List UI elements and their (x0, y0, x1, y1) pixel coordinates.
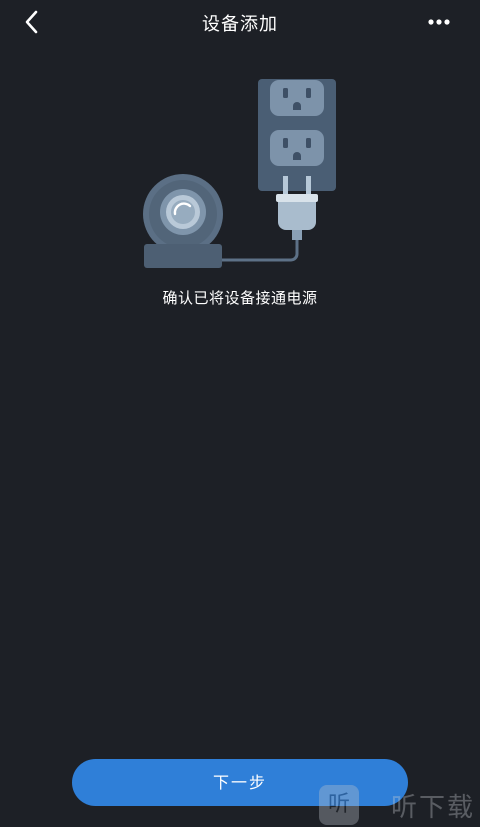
power-outlet-icon (258, 79, 336, 191)
watermark-text: 听下载 (391, 793, 476, 823)
power-connection-illustration (136, 72, 348, 282)
watermark: 听 听下载 (315, 779, 480, 827)
power-hint-text: 确认已将设备接通电源 (162, 289, 318, 307)
top-bar: 设备添加 (0, 0, 480, 44)
more-dots-icon (428, 19, 450, 25)
device-add-screen: 设备添加 确认已将设备接通电源 下一步 听 听下载 (0, 0, 480, 827)
camera-icon (143, 174, 223, 268)
watermark-logo-icon: 听 (319, 785, 359, 825)
page-title: 设备添加 (202, 14, 278, 35)
more-button[interactable] (422, 8, 462, 36)
